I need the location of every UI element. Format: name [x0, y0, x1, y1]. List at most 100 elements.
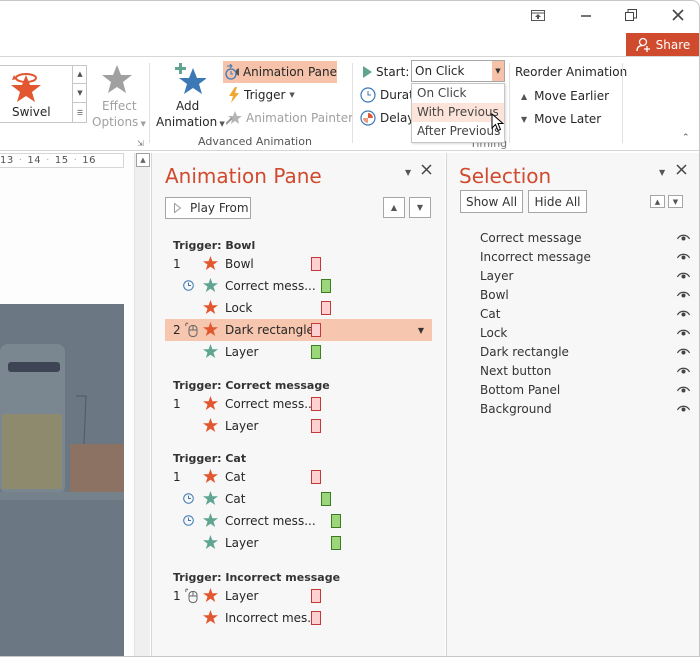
start-label-wrap: Start: — [362, 62, 409, 82]
timeline-bar[interactable] — [311, 323, 321, 337]
selection-item-name: Incorrect message — [480, 249, 591, 264]
play-from-label: Play From — [190, 201, 249, 215]
timeline-bar[interactable] — [311, 345, 321, 359]
visibility-eye-icon[interactable] — [676, 231, 691, 245]
visibility-eye-icon[interactable] — [676, 402, 691, 416]
hide-all-button[interactable]: Hide All — [528, 190, 587, 213]
move-up-button[interactable]: ▲ — [383, 197, 405, 218]
visibility-eye-icon[interactable] — [676, 345, 691, 359]
entrance-star-icon — [203, 418, 218, 436]
lightning-icon — [229, 87, 239, 103]
selection-item[interactable]: Next button — [480, 361, 691, 380]
selection-item-name: Correct message — [480, 230, 582, 245]
animation-item[interactable]: Layer — [165, 532, 432, 554]
animation-item[interactable]: Incorrect mes... — [165, 607, 432, 629]
selection-item[interactable]: Background — [480, 399, 691, 418]
animation-item[interactable]: Lock — [165, 297, 432, 319]
close-window-button[interactable] — [668, 6, 688, 24]
animation-item[interactable]: Correct mess... — [165, 275, 432, 297]
move-down-button[interactable]: ▼ — [409, 197, 431, 218]
restore-button[interactable] — [621, 6, 641, 24]
close-animation-pane-button[interactable] — [421, 164, 432, 178]
animation-item[interactable]: Layer — [165, 415, 432, 437]
add-animation-label-1[interactable]: Add — [176, 99, 199, 113]
timeline-bar[interactable] — [311, 397, 321, 411]
send-backward-button[interactable]: ▼ — [668, 195, 683, 208]
effect-options-label-1[interactable]: Effect — [102, 99, 137, 113]
visibility-eye-icon[interactable] — [676, 250, 691, 264]
gallery-scroll-up-button[interactable]: ▲ — [73, 65, 87, 84]
selection-item[interactable]: Lock — [480, 323, 691, 342]
timeline-bar[interactable] — [321, 301, 331, 315]
minimize-button[interactable] — [576, 6, 596, 24]
visibility-eye-icon[interactable] — [676, 307, 691, 321]
dropdown-arrow-icon[interactable]: ▼ — [492, 61, 504, 81]
selection-item[interactable]: Correct message — [480, 228, 691, 247]
start-dropdown[interactable]: On Click ▼ — [411, 60, 505, 82]
entrance-star-icon — [203, 322, 218, 340]
exit-star-icon — [203, 278, 218, 296]
animation-painter-button[interactable]: Animation Painter — [226, 108, 353, 128]
pane-options-button[interactable]: ▼ — [405, 168, 411, 177]
selection-item[interactable]: Dark rectangle — [480, 342, 691, 361]
add-person-icon — [636, 37, 650, 52]
move-later-button[interactable]: ▼ Move Later — [521, 109, 601, 129]
timeline-bar[interactable] — [311, 470, 321, 484]
effect-options-button[interactable]: Options ▼ — [92, 115, 146, 129]
animation-item-name: Layer — [225, 536, 259, 550]
exit-star-icon — [203, 491, 218, 509]
animation-item[interactable]: Cat — [165, 488, 432, 510]
share-button[interactable]: Share — [626, 33, 700, 56]
animation-item[interactable]: Layer — [165, 341, 432, 363]
scroll-up-button[interactable]: ▲ — [136, 153, 150, 167]
dialog-launcher-icon[interactable]: ⇲ — [137, 139, 144, 148]
collapse-ribbon-button[interactable]: ⌃ — [682, 133, 690, 143]
visibility-eye-icon[interactable] — [676, 269, 691, 283]
pane-options-button[interactable]: ▼ — [659, 168, 665, 177]
close-selection-pane-button[interactable] — [676, 164, 687, 178]
entrance-star-icon — [203, 610, 218, 628]
selection-item[interactable]: Bottom Panel — [480, 380, 691, 399]
timeline-bar[interactable] — [311, 419, 321, 433]
selection-item[interactable]: Layer — [480, 266, 691, 285]
animation-item[interactable]: 2 Dark rectangle ▼ — [165, 319, 432, 341]
slide-canvas[interactable] — [0, 304, 124, 657]
move-earlier-button[interactable]: ▲ Move Earlier — [521, 86, 609, 106]
play-from-button[interactable]: Play From — [165, 197, 251, 219]
selection-item[interactable]: Bowl — [480, 285, 691, 304]
close-icon — [672, 9, 684, 21]
trigger-button[interactable]: Trigger ▼ — [228, 85, 295, 105]
ribbon-display-options-button[interactable] — [528, 6, 548, 24]
visibility-eye-icon[interactable] — [676, 288, 691, 302]
item-dropdown-arrow-icon[interactable]: ▼ — [418, 326, 424, 335]
animation-pane-button[interactable]: Animation Pane — [223, 61, 337, 83]
timeline-bar[interactable] — [331, 514, 341, 528]
animation-order-number: 1 — [173, 257, 181, 271]
swivel-label[interactable]: Swivel — [12, 105, 51, 119]
selection-item[interactable]: Cat — [480, 304, 691, 323]
animation-item[interactable]: 1 Layer — [165, 585, 432, 607]
ruler-tick: 15 — [54, 155, 69, 166]
show-all-button[interactable]: Show All — [460, 190, 523, 213]
add-animation-button[interactable]: Animation ▼ — [156, 115, 225, 129]
gallery-scroll-down-button[interactable]: ▼ — [73, 84, 87, 103]
bring-forward-button[interactable]: ▲ — [650, 195, 665, 208]
animation-item[interactable]: Correct mess... — [165, 510, 432, 532]
visibility-eye-icon[interactable] — [676, 326, 691, 340]
visibility-eye-icon[interactable] — [676, 383, 691, 397]
timeline-bar[interactable] — [331, 536, 341, 550]
start-option-on-click[interactable]: On Click — [412, 84, 504, 103]
selection-item[interactable]: Incorrect message — [480, 247, 691, 266]
timeline-bar[interactable] — [311, 611, 321, 625]
swivel-effect-icon[interactable] — [10, 69, 42, 106]
visibility-eye-icon[interactable] — [676, 364, 691, 378]
timeline-bar[interactable] — [311, 589, 321, 603]
animation-item[interactable]: 1 Bowl — [165, 253, 432, 275]
animation-item[interactable]: 1 Correct mess... — [165, 393, 432, 415]
timeline-bar[interactable] — [321, 279, 331, 293]
slide-vertical-scrollbar[interactable]: ▲ — [134, 153, 150, 657]
animation-item[interactable]: 1 Cat — [165, 466, 432, 488]
gallery-more-button[interactable]: ☰ — [73, 103, 87, 122]
timeline-bar[interactable] — [321, 492, 331, 506]
timeline-bar[interactable] — [311, 257, 321, 271]
